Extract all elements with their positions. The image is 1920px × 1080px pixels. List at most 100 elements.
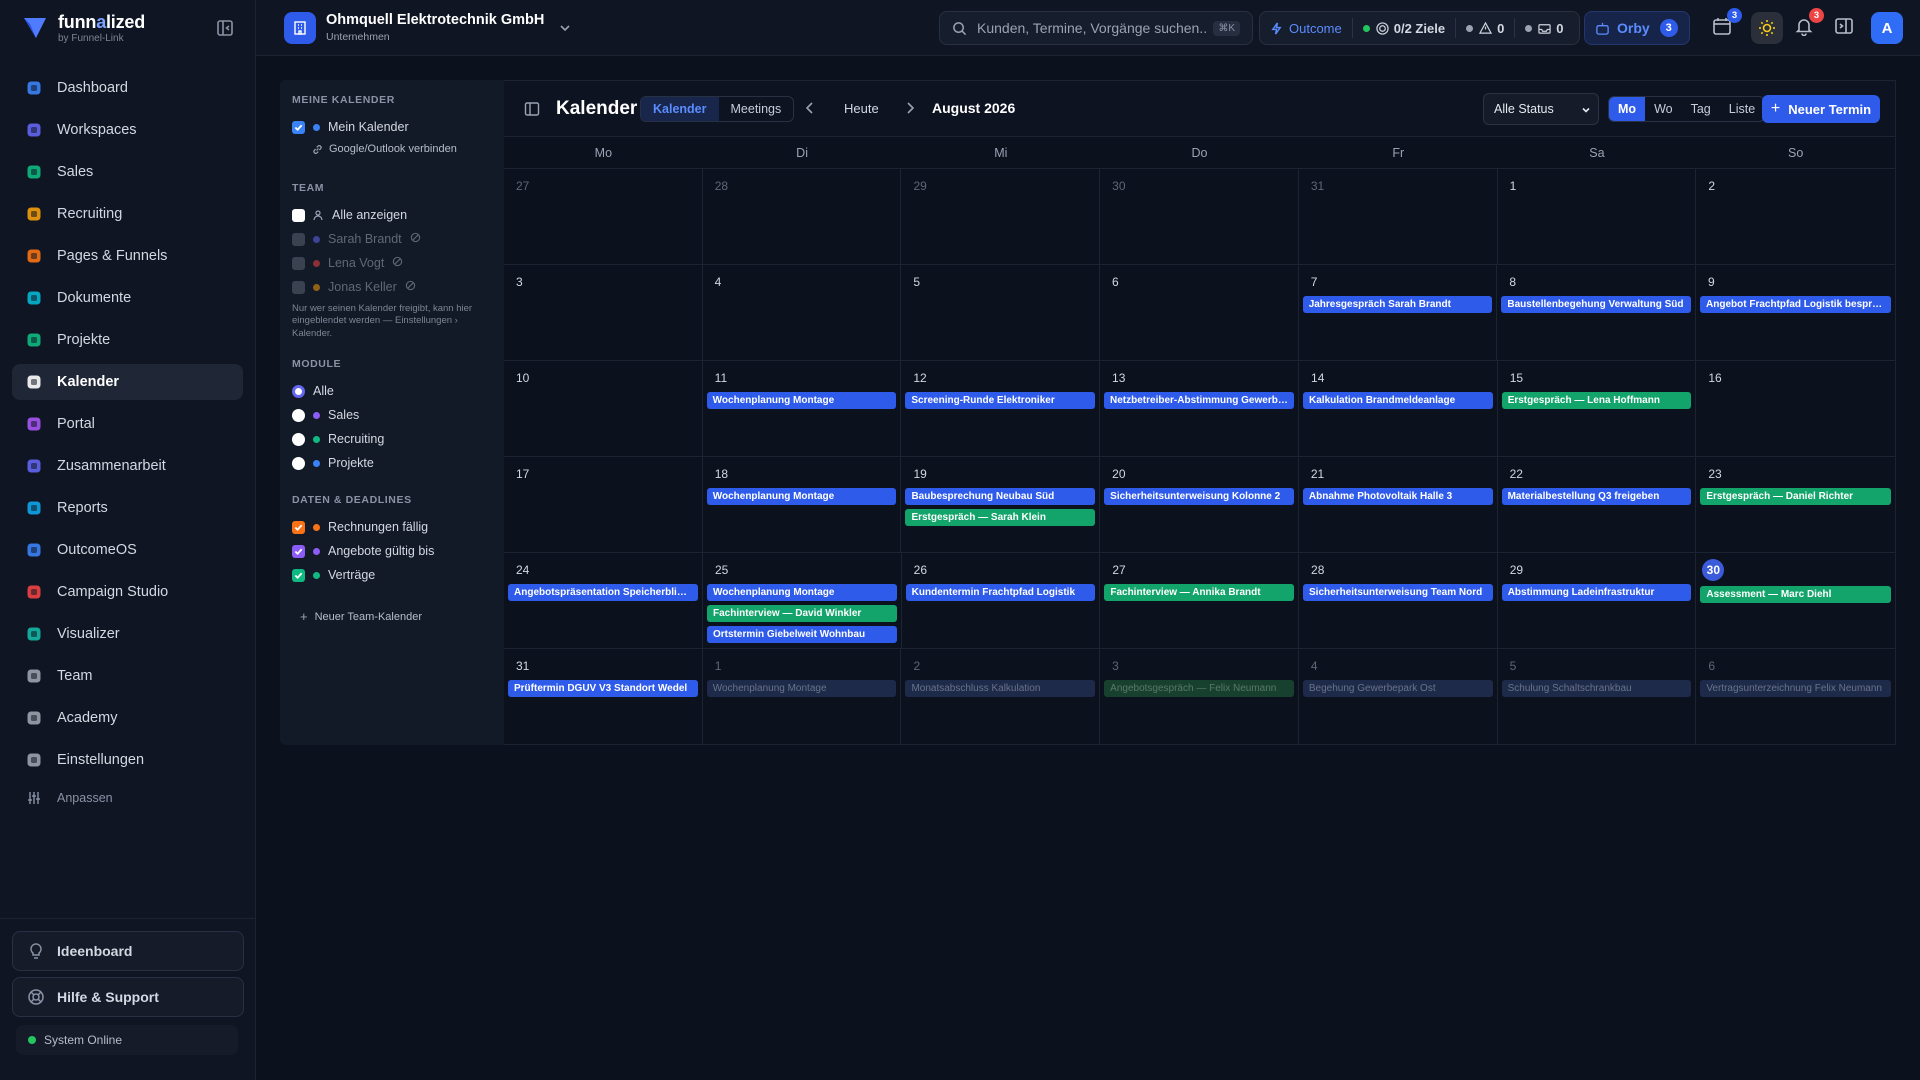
deadline-filter[interactable]: Angebote gültig bis xyxy=(292,544,434,558)
calendar-event[interactable]: Abstimmung Ladeinfrastruktur xyxy=(1501,584,1692,601)
checkbox-disabled[interactable] xyxy=(292,256,305,270)
checkbox-disabled[interactable] xyxy=(292,232,305,246)
calendar-event[interactable]: Baustellenbegehung Verwaltung Süd xyxy=(1501,296,1692,313)
team-member-toggle[interactable]: Sarah Brandt xyxy=(292,232,421,246)
my-calendar-toggle[interactable]: Mein Kalender xyxy=(292,120,409,134)
day-cell[interactable]: 30 xyxy=(1100,169,1299,264)
company-switcher[interactable]: Ohmquell Elektrotechnik GmbH Unternehmen xyxy=(284,12,572,44)
day-cell[interactable]: 12 Screening-Runde Elektroniker xyxy=(901,361,1101,456)
calendar-event[interactable]: Screening-Runde Elektroniker xyxy=(905,392,1096,409)
calendar-event[interactable]: Erstgespräch — Sarah Klein xyxy=(905,509,1096,526)
day-cell[interactable]: 28 xyxy=(703,169,902,264)
sidebar-item-team[interactable]: Team xyxy=(12,658,243,694)
connect-calendar-link[interactable]: Google/Outlook verbinden xyxy=(312,143,457,155)
calendar-event[interactable]: Begehung Gewerbepark Ost xyxy=(1302,680,1493,697)
day-cell[interactable]: 2 Monatsabschluss Kalkulation xyxy=(901,649,1101,744)
outcome-button[interactable]: Outcome xyxy=(1260,12,1352,44)
checkbox-disabled[interactable] xyxy=(292,280,305,294)
day-cell[interactable]: 27 xyxy=(504,169,703,264)
day-cell[interactable]: 31 xyxy=(1299,169,1498,264)
sidebar-item-workspaces[interactable]: Workspaces xyxy=(12,112,243,148)
day-cell[interactable]: 30 Assessment — Marc Diehl xyxy=(1696,553,1895,648)
show-all-toggle[interactable]: Alle anzeigen xyxy=(292,208,407,222)
day-cell[interactable]: 24 Angebotspräsentation Speicherblick H..… xyxy=(504,553,703,648)
module-filter-projekte[interactable]: Projekte xyxy=(292,456,374,470)
sidebar-item-reports[interactable]: Reports xyxy=(12,490,243,526)
panel-toggle-button[interactable] xyxy=(1834,16,1856,38)
module-filter-sales[interactable]: Sales xyxy=(292,408,359,422)
view-week[interactable]: Wo xyxy=(1645,97,1682,121)
day-cell[interactable]: 13 Netzbetreiber-Abstimmung Gewerbep... xyxy=(1100,361,1300,456)
calendar-button[interactable]: 3 xyxy=(1712,8,1742,38)
radio-selected[interactable] xyxy=(292,384,305,398)
sidebar-item-dashboard[interactable]: Dashboard xyxy=(12,70,243,106)
notifications-button[interactable]: 3 xyxy=(1794,8,1824,38)
calendar-event[interactable]: Kundentermin Frachtpfad Logistik xyxy=(905,584,1096,601)
calendar-event[interactable]: Angebotspräsentation Speicherblick H... xyxy=(508,584,698,601)
day-cell[interactable]: 26 Kundentermin Frachtpfad Logistik xyxy=(902,553,1101,648)
day-cell[interactable]: 20 Sicherheitsunterweisung Kolonne 2 xyxy=(1100,457,1299,552)
help-button[interactable]: Hilfe & Support xyxy=(12,977,244,1017)
calendar-event[interactable]: Assessment — Marc Diehl xyxy=(1700,586,1892,603)
sidebar-item-academy[interactable]: Academy xyxy=(12,700,243,736)
day-cell[interactable]: 22 Materialbestellung Q3 freigeben xyxy=(1498,457,1697,552)
alerts-indicator[interactable]: 0 xyxy=(1456,12,1514,44)
calendar-event[interactable]: Wochenplanung Montage xyxy=(707,584,897,601)
tab-kalender[interactable]: Kalender xyxy=(641,97,719,121)
sidebar-item-dokumente[interactable]: Dokumente xyxy=(12,280,243,316)
day-cell[interactable]: 11 Wochenplanung Montage xyxy=(703,361,902,456)
day-cell[interactable]: 5 xyxy=(901,265,1101,360)
sidebar-item-recruiting[interactable]: Recruiting xyxy=(12,196,243,232)
nav-customize[interactable]: Anpassen xyxy=(12,784,243,812)
day-cell[interactable]: 6 Vertragsunterzeichnung Felix Neumann xyxy=(1696,649,1895,744)
chevron-right-icon[interactable] xyxy=(902,100,918,116)
radio-unselected[interactable] xyxy=(292,432,305,446)
calendar-event[interactable]: Baubesprechung Neubau Süd xyxy=(905,488,1096,505)
calendar-event[interactable]: Fachinterview — David Winkler xyxy=(707,605,897,622)
day-cell[interactable]: 21 Abnahme Photovoltaik Halle 3 xyxy=(1299,457,1498,552)
deadline-filter[interactable]: Verträge xyxy=(292,568,375,582)
day-cell[interactable]: 29 Abstimmung Ladeinfrastruktur xyxy=(1498,553,1697,648)
day-cell[interactable]: 25 Wochenplanung Montage Fachinterview — D… xyxy=(703,553,902,648)
day-cell[interactable]: 16 xyxy=(1696,361,1895,456)
view-month[interactable]: Mo xyxy=(1609,97,1646,121)
chevron-left-icon[interactable] xyxy=(802,100,818,116)
sidebar-item-portal[interactable]: Portal xyxy=(12,406,243,442)
messages-indicator[interactable]: 0 xyxy=(1515,12,1573,44)
day-cell[interactable]: 1 xyxy=(1498,169,1697,264)
day-cell[interactable]: 15 Erstgespräch — Lena Hoffmann xyxy=(1498,361,1697,456)
day-cell[interactable]: 4 Begehung Gewerbepark Ost xyxy=(1299,649,1498,744)
calendar-event[interactable]: Monatsabschluss Kalkulation xyxy=(905,680,1096,697)
day-cell[interactable]: 23 Erstgespräch — Daniel Richter xyxy=(1696,457,1895,552)
calendar-event[interactable]: Prüftermin DGUV V3 Standort Wedel xyxy=(508,680,698,697)
day-cell[interactable]: 9 Angebot Frachtpfad Logistik besprech... xyxy=(1696,265,1895,360)
view-list[interactable]: Liste xyxy=(1720,97,1764,121)
sidebar-item-sales[interactable]: Sales xyxy=(12,154,243,190)
radio-unselected[interactable] xyxy=(292,408,305,422)
day-cell[interactable]: 10 xyxy=(504,361,703,456)
day-cell[interactable]: 3 Angebotsgespräch — Felix Neumann xyxy=(1100,649,1299,744)
team-member-toggle[interactable]: Jonas Keller xyxy=(292,280,416,294)
day-cell[interactable]: 1 Wochenplanung Montage xyxy=(703,649,902,744)
day-cell[interactable]: 5 Schulung Schaltschrankbau xyxy=(1498,649,1697,744)
calendar-event[interactable]: Erstgespräch — Daniel Richter xyxy=(1700,488,1892,505)
tab-meetings[interactable]: Meetings xyxy=(719,97,794,121)
goals-indicator[interactable]: 0/2 Ziele xyxy=(1353,12,1455,44)
sidebar-toggle-icon[interactable] xyxy=(524,101,540,117)
team-member-toggle[interactable]: Lena Vogt xyxy=(292,256,403,270)
calendar-event[interactable]: Angebot Frachtpfad Logistik besprech... xyxy=(1700,296,1892,313)
deadline-filter[interactable]: Rechnungen fällig xyxy=(292,520,428,534)
day-cell[interactable]: 17 xyxy=(504,457,703,552)
day-cell[interactable]: 8 Baustellenbegehung Verwaltung Süd xyxy=(1497,265,1697,360)
calendar-event[interactable]: Vertragsunterzeichnung Felix Neumann xyxy=(1700,680,1892,697)
checkbox-checked[interactable] xyxy=(292,120,305,134)
calendar-event[interactable]: Kalkulation Brandmeldeanlage xyxy=(1303,392,1493,409)
calendar-event[interactable]: Abnahme Photovoltaik Halle 3 xyxy=(1302,488,1493,505)
day-cell[interactable]: 4 xyxy=(703,265,902,360)
day-cell[interactable]: 3 xyxy=(504,265,703,360)
sidebar-item-outcomeos[interactable]: OutcomeOS xyxy=(12,532,243,568)
day-cell[interactable]: 31 Prüftermin DGUV V3 Standort Wedel xyxy=(504,649,703,744)
calendar-event[interactable]: Wochenplanung Montage xyxy=(706,392,897,409)
calendar-event[interactable]: Schulung Schaltschrankbau xyxy=(1501,680,1692,697)
calendar-event[interactable]: Jahresgespräch Sarah Brandt xyxy=(1302,296,1493,313)
